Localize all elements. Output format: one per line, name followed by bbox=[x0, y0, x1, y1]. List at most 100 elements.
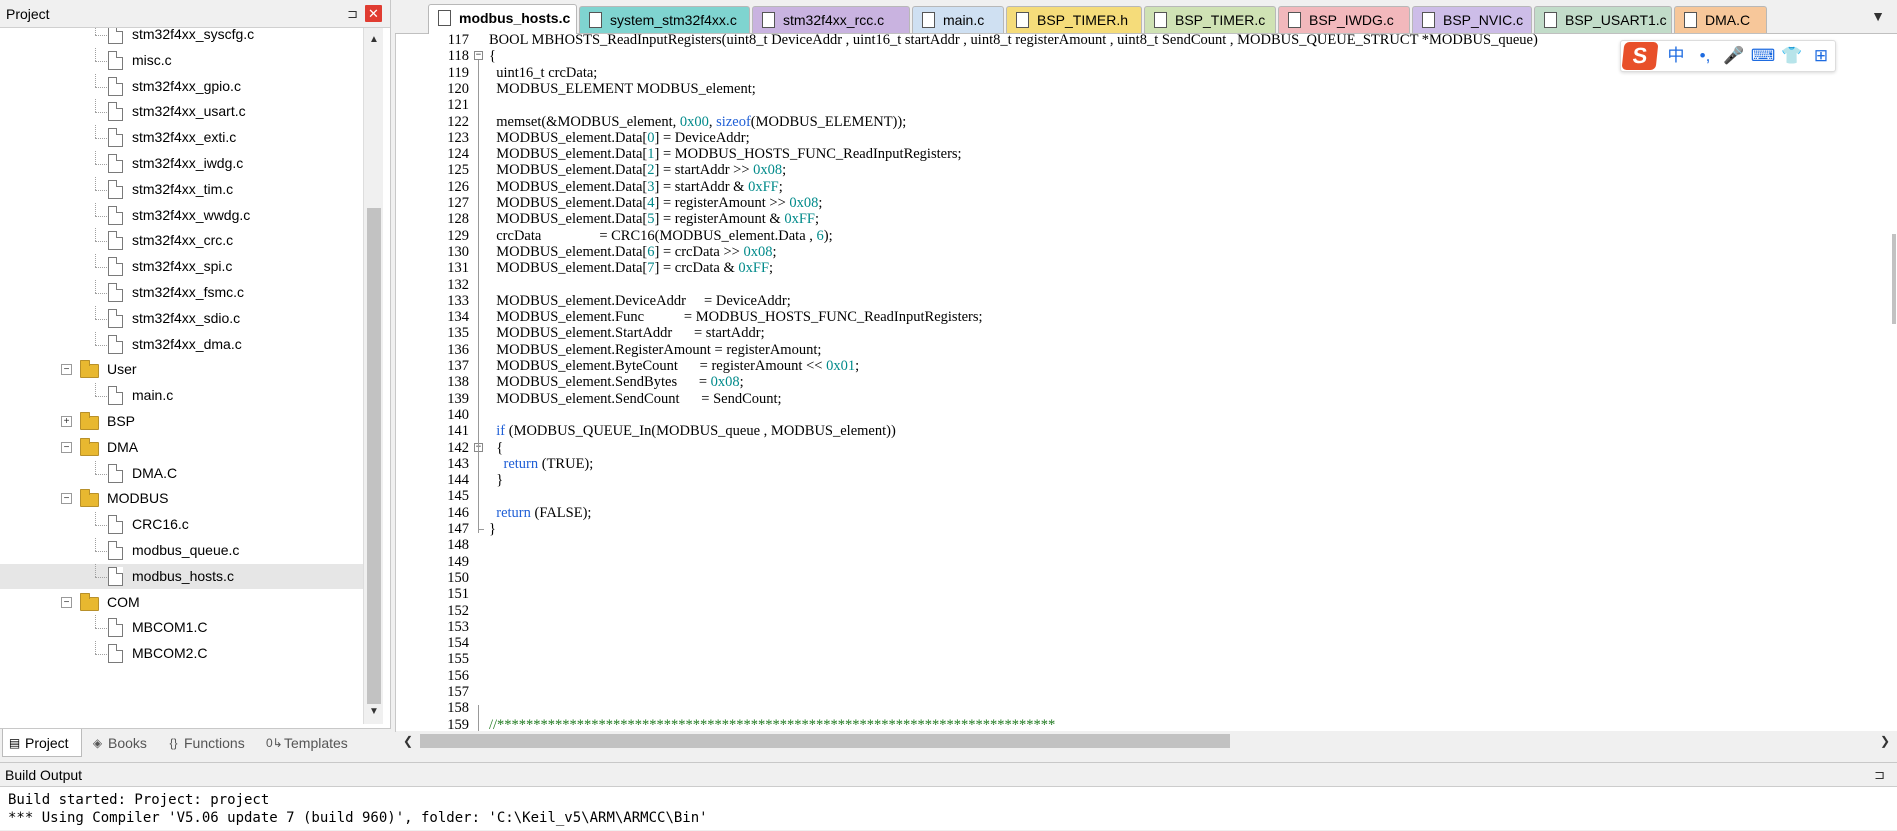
code-line[interactable]: 123 MODBUS_element.Data[0] = DeviceAddr; bbox=[396, 130, 1896, 146]
tree-file[interactable]: modbus_hosts.c bbox=[0, 563, 363, 589]
tree-file[interactable]: stm32f4xx_gpio.c bbox=[0, 73, 363, 99]
code-line[interactable]: 138 MODBUS_element.SendBytes = 0x08; bbox=[396, 374, 1896, 390]
code-line[interactable]: 152 bbox=[396, 603, 1896, 619]
tree-file[interactable]: stm32f4xx_exti.c bbox=[0, 125, 363, 150]
ime-punctuation-icon[interactable]: •, bbox=[1692, 45, 1718, 67]
close-icon[interactable]: ✕ bbox=[365, 5, 382, 22]
code-line[interactable]: 131 MODBUS_element.Data[7] = crcData & 0… bbox=[396, 260, 1896, 276]
tree-file[interactable]: stm32f4xx_fsmc.c bbox=[0, 280, 363, 305]
ime-skin-icon[interactable]: 👕 bbox=[1779, 45, 1805, 67]
tree-file[interactable]: misc.c bbox=[0, 47, 363, 73]
code-line[interactable]: 146 return (FALSE); bbox=[396, 505, 1896, 521]
code-line[interactable]: 142 {− bbox=[396, 440, 1896, 456]
tree-file[interactable]: stm32f4xx_dma.c bbox=[0, 331, 363, 357]
code-line[interactable]: 141 if (MODBUS_QUEUE_In(MODBUS_queue , M… bbox=[396, 423, 1896, 439]
tab-file[interactable]: modbus_hosts.c bbox=[428, 4, 577, 34]
ime-toolbar[interactable]: S 中 •, 🎤 ⌨ 👕 ⊞ bbox=[1620, 40, 1836, 72]
code-line[interactable]: 124 MODBUS_element.Data[1] = MODBUS_HOST… bbox=[396, 146, 1896, 162]
tree-file[interactable]: modbus_queue.c bbox=[0, 538, 363, 563]
collapse-icon[interactable]: − bbox=[61, 441, 72, 453]
code-line[interactable]: 132 bbox=[396, 277, 1896, 293]
code-line[interactable]: 148 bbox=[396, 537, 1896, 553]
tab-file[interactable]: DMA.C bbox=[1674, 6, 1767, 33]
tree-file[interactable]: stm32f4xx_syscfg.c bbox=[0, 28, 363, 47]
code-line[interactable]: 137 MODBUS_element.ByteCount = registerA… bbox=[396, 358, 1896, 374]
code-line[interactable]: 147} bbox=[396, 521, 1896, 537]
code-line[interactable]: 134 MODBUS_element.Func = MODBUS_HOSTS_F… bbox=[396, 309, 1896, 325]
code-line[interactable]: 126 MODBUS_element.Data[3] = startAddr &… bbox=[396, 179, 1896, 195]
tree-file[interactable]: CRC16.c bbox=[0, 512, 363, 537]
code-line[interactable]: 155 bbox=[396, 651, 1896, 667]
tree-file[interactable]: stm32f4xx_wwdg.c bbox=[0, 202, 363, 228]
editor-vertical-scrollbar[interactable] bbox=[1885, 34, 1897, 724]
code-line[interactable]: 154 bbox=[396, 635, 1896, 651]
expand-icon[interactable]: + bbox=[61, 416, 72, 427]
tree-folder[interactable]: − MODBUS bbox=[0, 486, 363, 511]
tab-functions[interactable]: {} Functions bbox=[162, 729, 258, 757]
scroll-up-icon[interactable]: ▲ bbox=[364, 30, 384, 50]
fold-collapse-icon[interactable]: − bbox=[474, 51, 483, 61]
scroll-thumb[interactable] bbox=[420, 734, 1230, 748]
code-line[interactable]: 158 bbox=[396, 700, 1896, 716]
code-line[interactable]: 143 return (TRUE); bbox=[396, 456, 1896, 472]
collapse-icon[interactable]: − bbox=[61, 493, 72, 505]
code-line[interactable]: 127 MODBUS_element.Data[4] = registerAmo… bbox=[396, 195, 1896, 211]
code-line[interactable]: 135 MODBUS_element.StartAddr = startAddr… bbox=[396, 325, 1896, 341]
code-line[interactable]: 153 bbox=[396, 619, 1896, 635]
tab-file[interactable]: system_stm32f4xx.c bbox=[579, 6, 750, 33]
code-line[interactable]: 122 memset(&MODBUS_element, 0x00, sizeof… bbox=[396, 114, 1896, 130]
tree-file[interactable]: stm32f4xx_iwdg.c bbox=[0, 151, 363, 176]
tree-folder[interactable]: − COM bbox=[0, 590, 363, 615]
code-line[interactable]: 150 bbox=[396, 570, 1896, 586]
tree-file[interactable]: MBCOM1.C bbox=[0, 615, 363, 640]
tree-file[interactable]: main.c bbox=[0, 383, 363, 408]
tree-folder[interactable]: − User bbox=[0, 357, 363, 382]
code-line[interactable]: 145 bbox=[396, 488, 1896, 504]
tree-file[interactable]: stm32f4xx_crc.c bbox=[0, 228, 363, 253]
code-line[interactable]: 149 bbox=[396, 554, 1896, 570]
tab-file[interactable]: BSP_USART1.c bbox=[1534, 6, 1672, 33]
scroll-right-icon[interactable]: ❯ bbox=[1875, 731, 1895, 751]
tab-file[interactable]: BSP_IWDG.c bbox=[1278, 6, 1410, 33]
code-line[interactable]: 157 bbox=[396, 684, 1896, 700]
build-output-text[interactable]: Build started: Project: project *** Using… bbox=[0, 787, 1897, 831]
code-line[interactable]: 121 bbox=[396, 97, 1896, 113]
tab-project[interactable]: ▤ Project bbox=[2, 729, 82, 757]
scroll-left-icon[interactable]: ❮ bbox=[398, 731, 418, 751]
code-line[interactable]: 130 MODBUS_element.Data[6] = crcData >> … bbox=[396, 244, 1896, 260]
code-editor[interactable]: 117 BOOL MBHOSTS_ReadInputRegisters(uint8… bbox=[395, 32, 1897, 738]
code-line[interactable]: 139 MODBUS_element.SendCount = SendCount… bbox=[396, 391, 1896, 407]
tree-file[interactable]: stm32f4xx_tim.c bbox=[0, 176, 363, 202]
tab-file[interactable]: BSP_TIMER.h bbox=[1006, 6, 1142, 33]
code-line[interactable]: 140 bbox=[396, 407, 1896, 423]
collapse-icon[interactable]: − bbox=[61, 364, 72, 376]
code-line[interactable]: 128 MODBUS_element.Data[5] = registerAmo… bbox=[396, 211, 1896, 227]
code-line[interactable]: 151 bbox=[396, 586, 1896, 602]
ime-toolbox-icon[interactable]: ⊞ bbox=[1808, 45, 1834, 67]
tree-file[interactable]: stm32f4xx_usart.c bbox=[0, 99, 363, 124]
tab-file[interactable]: main.c bbox=[912, 6, 1004, 33]
code-line[interactable]: 144 } bbox=[396, 472, 1896, 488]
tree-file[interactable]: MBCOM2.C bbox=[0, 641, 363, 666]
tree-folder[interactable]: + BSP bbox=[0, 409, 363, 434]
editor-horizontal-scrollbar[interactable]: ❮ ❯ bbox=[396, 731, 1897, 751]
tab-books[interactable]: ◈ Books bbox=[86, 729, 158, 757]
tree-folder[interactable]: − DMA bbox=[0, 435, 363, 460]
scroll-thumb[interactable] bbox=[367, 208, 381, 704]
code-line[interactable]: 129 crcData = CRC16(MODBUS_element.Data … bbox=[396, 228, 1896, 244]
scroll-thumb[interactable] bbox=[1892, 234, 1896, 324]
collapse-icon[interactable]: − bbox=[61, 596, 72, 608]
code-line[interactable]: 120 MODBUS_ELEMENT MODBUS_element; bbox=[396, 81, 1896, 97]
tree-file[interactable]: stm32f4xx_spi.c bbox=[0, 254, 363, 279]
scroll-down-icon[interactable]: ▼ bbox=[364, 702, 384, 722]
pin-icon[interactable]: ⊐ bbox=[347, 0, 358, 28]
tab-file[interactable]: stm32f4xx_rcc.c bbox=[752, 6, 910, 33]
pin-icon[interactable]: ⊐ bbox=[1874, 763, 1885, 787]
tree-file[interactable]: stm32f4xx_sdio.c bbox=[0, 305, 363, 331]
code-line[interactable]: 133 MODBUS_element.DeviceAddr = DeviceAd… bbox=[396, 293, 1896, 309]
ime-voice-icon[interactable]: 🎤 bbox=[1721, 45, 1747, 67]
code-line[interactable]: 136 MODBUS_element.RegisterAmount = regi… bbox=[396, 342, 1896, 358]
tab-menu-icon[interactable]: ▼ bbox=[1871, 8, 1885, 24]
code-line[interactable]: 156 bbox=[396, 668, 1896, 684]
ime-keyboard-icon[interactable]: ⌨ bbox=[1750, 45, 1776, 67]
